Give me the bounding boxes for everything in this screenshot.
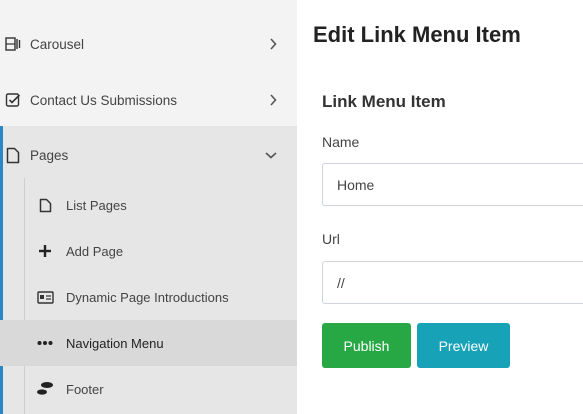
file-icon	[36, 196, 54, 214]
sidebar-item-label: Carousel	[30, 36, 85, 52]
sidebar-item-label: Footer	[66, 381, 104, 397]
sidebar-item-dynamic-page-introductions[interactable]: Dynamic Page Introductions	[0, 274, 297, 320]
sidebar: Carousel Contact Us Submissions Pages Li…	[0, 0, 297, 414]
shoe-prints-icon	[36, 380, 54, 398]
sidebar-item-label: Contact Us Submissions	[30, 92, 178, 108]
sidebar-item-list-pages[interactable]: List Pages	[0, 182, 297, 228]
url-label: Url	[322, 231, 340, 247]
sidebar-item-label: Pages	[30, 147, 69, 163]
preview-button[interactable]: Preview	[417, 323, 510, 368]
section-title: Link Menu Item	[322, 92, 446, 111]
sidebar-item-label: Add Page	[66, 243, 124, 259]
url-input[interactable]	[322, 261, 583, 304]
name-input[interactable]	[322, 163, 583, 206]
sidebar-item-pages[interactable]: Pages	[0, 130, 297, 180]
id-card-icon	[36, 288, 54, 306]
sidebar-item-label: Dynamic Page Introductions	[66, 289, 229, 305]
page-title: Edit Link Menu Item	[313, 22, 521, 47]
sidebar-item-footer[interactable]: Footer	[0, 366, 297, 412]
sidebar-item-contact-us-submissions[interactable]: Contact Us Submissions	[0, 76, 297, 124]
name-label: Name	[322, 134, 360, 150]
publish-button[interactable]: Publish	[322, 323, 411, 368]
carousel-icon	[4, 35, 22, 53]
ellipsis-icon	[36, 334, 54, 352]
main-content: Edit Link Menu Item Link Menu Item Name …	[297, 0, 583, 414]
plus-icon	[36, 242, 54, 260]
sidebar-item-navigation-menu[interactable]: Navigation Menu	[0, 320, 297, 366]
chevron-right-icon	[269, 94, 277, 106]
sidebar-item-add-page[interactable]: Add Page	[0, 228, 297, 274]
file-icon	[4, 146, 22, 164]
sidebar-item-label: List Pages	[66, 197, 127, 213]
chevron-down-icon	[265, 151, 277, 159]
sidebar-item-label: Navigation Menu	[66, 335, 164, 351]
checkbox-icon	[4, 91, 22, 109]
chevron-right-icon	[269, 38, 277, 50]
sidebar-item-carousel[interactable]: Carousel	[0, 20, 297, 68]
